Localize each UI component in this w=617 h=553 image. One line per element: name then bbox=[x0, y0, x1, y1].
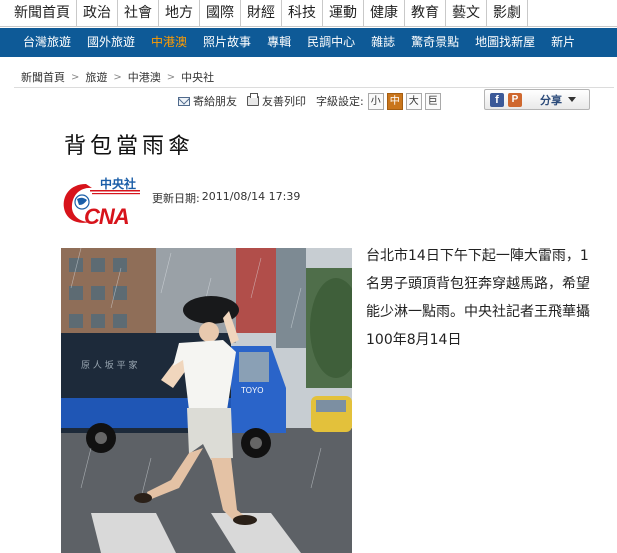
nav-item-education[interactable]: 教育 bbox=[405, 0, 446, 27]
subnav-item-photo-stories[interactable]: 照片故事 bbox=[195, 28, 259, 57]
email-friend-link[interactable]: 寄給朋友 bbox=[178, 93, 237, 109]
article-tools: 寄給朋友 友善列印 字級設定: 小 中 大 巨 bbox=[178, 91, 444, 111]
share-label: 分享 bbox=[540, 93, 562, 107]
font-size-label: 字級設定: bbox=[316, 95, 364, 108]
nav-item-local[interactable]: 地方 bbox=[159, 0, 200, 27]
print-friendly-label: 友善列印 bbox=[262, 95, 306, 108]
email-friend-label: 寄給朋友 bbox=[193, 95, 237, 108]
nav-item-society[interactable]: 社會 bbox=[118, 0, 159, 27]
plurk-icon[interactable]: P bbox=[508, 92, 522, 107]
cna-logo-chinese: 中央社 bbox=[100, 176, 136, 191]
primary-nav: 新聞首頁 政治 社會 地方 國際 財經 科技 運動 健康 教育 藝文 影劇 bbox=[0, 0, 617, 27]
breadcrumb-separator-icon: > bbox=[166, 71, 176, 83]
article-title: 背包當雨傘 bbox=[64, 134, 195, 159]
cna-logo: 中央社 CNA bbox=[63, 176, 140, 228]
updated-date-value: 2011/08/14 17:39 bbox=[201, 190, 301, 203]
breadcrumb-travel[interactable]: 旅遊 bbox=[85, 69, 107, 85]
breadcrumb-separator-icon: > bbox=[113, 71, 122, 83]
photo-caption: 台北市14日下午下起一陣大雷雨，1名男子頭頂背包狂奔穿越馬路，希望能少淋一點雨。… bbox=[366, 248, 590, 348]
font-size-huge-button[interactable]: 巨 bbox=[424, 92, 441, 110]
subnav-item-china-hk-macau[interactable]: 中港澳 bbox=[143, 28, 195, 57]
cna-logo-latin: CNA bbox=[84, 204, 129, 228]
nav-item-health[interactable]: 健康 bbox=[364, 0, 405, 27]
article-photo: 原 人 坂 平 家 TOYO bbox=[61, 248, 352, 553]
travel-subnav: 台灣旅遊 國外旅遊 中港澳 照片故事 專輯 民調中心 雜誌 驚奇景點 地圖找新屋… bbox=[0, 28, 617, 57]
updated-date: 更新日期: 2011/08/14 17:39 bbox=[152, 190, 300, 206]
font-size-medium-button[interactable]: 中 bbox=[386, 92, 403, 110]
printer-icon bbox=[247, 93, 259, 106]
nav-item-international[interactable]: 國際 bbox=[200, 0, 241, 27]
breadcrumb: 新聞首頁 > 旅遊 > 中港澳 > 中央社 bbox=[21, 69, 214, 85]
breadcrumb-news-home[interactable]: 新聞首頁 bbox=[21, 69, 65, 85]
subnav-item-taiwan-travel[interactable]: 台灣旅遊 bbox=[0, 28, 79, 57]
subnav-item-overseas-travel[interactable]: 國外旅遊 bbox=[79, 28, 143, 57]
nav-item-sports[interactable]: 運動 bbox=[323, 0, 364, 27]
share-button[interactable]: f P 分享 bbox=[484, 89, 590, 110]
facebook-icon[interactable]: f bbox=[490, 92, 504, 107]
nav-item-politics[interactable]: 政治 bbox=[77, 0, 118, 27]
truck-side-text: 原 人 坂 平 家 bbox=[81, 359, 137, 371]
subnav-item-map-new-homes[interactable]: 地圖找新屋 bbox=[467, 28, 543, 57]
nav-item-arts[interactable]: 藝文 bbox=[446, 0, 487, 27]
subnav-item-amazing-sights[interactable]: 驚奇景點 bbox=[403, 28, 467, 57]
subnav-item-magazine[interactable]: 雜誌 bbox=[363, 28, 403, 57]
nav-item-finance[interactable]: 財經 bbox=[241, 0, 282, 27]
font-size-small-button[interactable]: 小 bbox=[367, 92, 384, 110]
breadcrumb-china-hk-macau[interactable]: 中港澳 bbox=[128, 69, 161, 85]
updated-date-label: 更新日期: bbox=[152, 192, 200, 205]
nav-item-technology[interactable]: 科技 bbox=[282, 0, 323, 27]
chevron-down-icon bbox=[568, 97, 576, 102]
subnav-item-new-films[interactable]: 新片 bbox=[543, 28, 583, 57]
breadcrumb-separator-icon: > bbox=[71, 71, 80, 83]
truck-brand-text: TOYO bbox=[241, 386, 264, 395]
envelope-icon bbox=[178, 96, 190, 106]
breadcrumb-cna[interactable]: 中央社 bbox=[181, 69, 214, 85]
print-friendly-link[interactable]: 友善列印 bbox=[247, 93, 306, 109]
breadcrumb-divider bbox=[14, 87, 614, 88]
nav-item-news-home[interactable]: 新聞首頁 bbox=[0, 0, 77, 27]
nav-item-entertainment[interactable]: 影劇 bbox=[487, 0, 528, 27]
font-size-large-button[interactable]: 大 bbox=[405, 92, 422, 110]
subnav-item-features[interactable]: 專輯 bbox=[259, 28, 299, 57]
subnav-item-polls[interactable]: 民調中心 bbox=[299, 28, 363, 57]
